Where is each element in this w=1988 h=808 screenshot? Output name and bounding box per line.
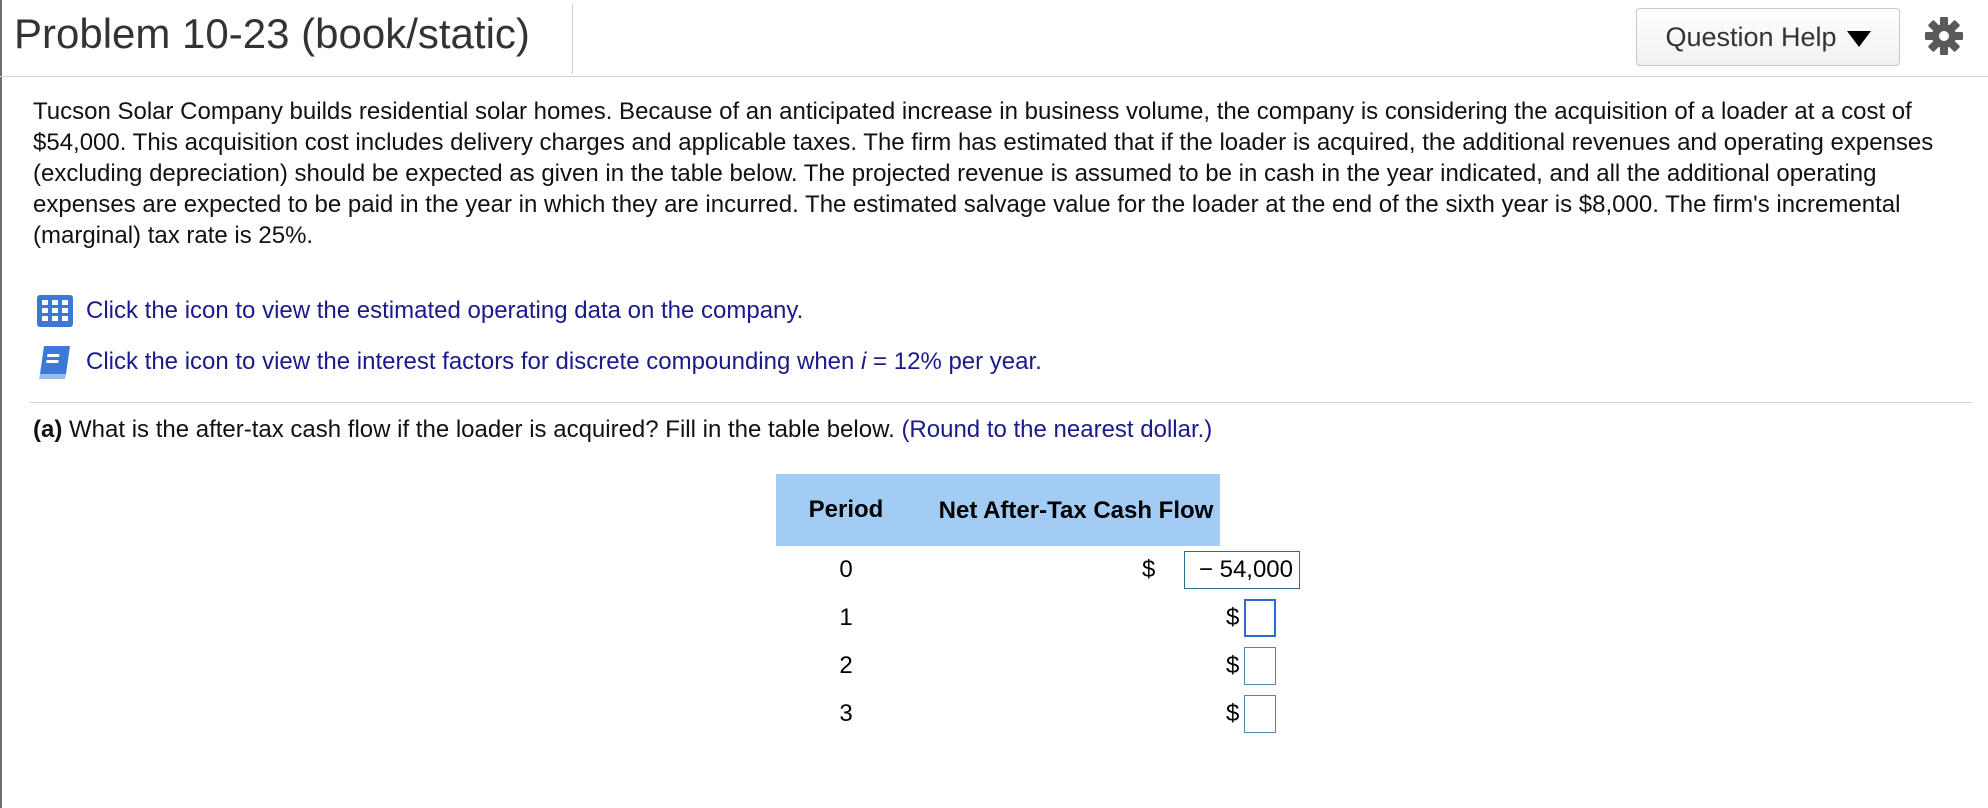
question-help-button[interactable]: Question Help: [1636, 8, 1900, 66]
interest-factors-prefix: Click the icon to view the interest fact…: [86, 348, 862, 375]
caret-down-icon: [1846, 31, 1871, 47]
answer-field-period-1[interactable]: [1244, 599, 1276, 637]
left-border: [0, 0, 2, 808]
grid-table-icon[interactable]: [36, 294, 74, 328]
period-cell: 2: [839, 652, 853, 679]
question-a-label: (a): [33, 416, 63, 443]
cash-flow-cell: $: [916, 690, 1276, 738]
table-header: Period Net After-Tax Cash Flow: [776, 474, 1220, 546]
section-divider: [30, 402, 1972, 403]
answer-field-period-3[interactable]: [1244, 695, 1276, 733]
cash-flow-cell: $: [916, 594, 1276, 642]
table-row: 1 $: [776, 594, 1276, 642]
rounding-note: (Round to the nearest dollar.): [901, 416, 1213, 443]
currency-symbol: $: [1226, 700, 1240, 727]
period-cell: 1: [839, 604, 853, 631]
title-separator: [572, 4, 573, 74]
page-title: Problem 10-23 (book/static): [14, 10, 530, 57]
period-header: Period: [808, 496, 884, 523]
cash-flow-cell: $ − 54,000: [916, 546, 1300, 594]
book-icon[interactable]: [36, 343, 74, 381]
cash-flow-header: Net After-Tax Cash Flow: [938, 496, 1214, 524]
operating-data-link[interactable]: Click the icon to view the estimated ope…: [86, 297, 803, 325]
cash-flow-cell: $: [916, 642, 1276, 690]
answer-field-period-0[interactable]: − 54,000: [1184, 551, 1300, 589]
header-bar: Problem 10-23 (book/static) Question Hel…: [0, 0, 1988, 77]
period-cell: 3: [839, 700, 853, 727]
question-a: (a) What is the after-tax cash flow if t…: [33, 416, 1212, 444]
interest-factors-link-row: Click the icon to view the interest fact…: [36, 343, 1042, 381]
table-row: 2 $: [776, 642, 1276, 690]
gear-icon[interactable]: [1924, 16, 1964, 56]
answer-field-period-2[interactable]: [1244, 647, 1276, 685]
cash-flow-table: Period Net After-Tax Cash Flow 0 $ − 54,…: [776, 474, 1300, 738]
problem-statement: Tucson Solar Company builds residential …: [33, 98, 1934, 249]
currency-symbol: $: [1226, 652, 1240, 679]
question-a-text: What is the after-tax cash flow if the l…: [62, 416, 902, 443]
interest-factors-suffix: = 12% per year.: [866, 348, 1042, 375]
currency-symbol: $: [1142, 556, 1156, 583]
table-row: 3 $: [776, 690, 1276, 738]
interest-factors-link[interactable]: Click the icon to view the interest fact…: [86, 348, 1042, 376]
period-cell: 0: [839, 556, 853, 583]
question-help-label: Question Help: [1665, 21, 1837, 52]
table-row: 0 $ − 54,000: [776, 546, 1300, 594]
operating-data-link-row: Click the icon to view the estimated ope…: [36, 294, 803, 328]
currency-symbol: $: [1226, 604, 1240, 631]
